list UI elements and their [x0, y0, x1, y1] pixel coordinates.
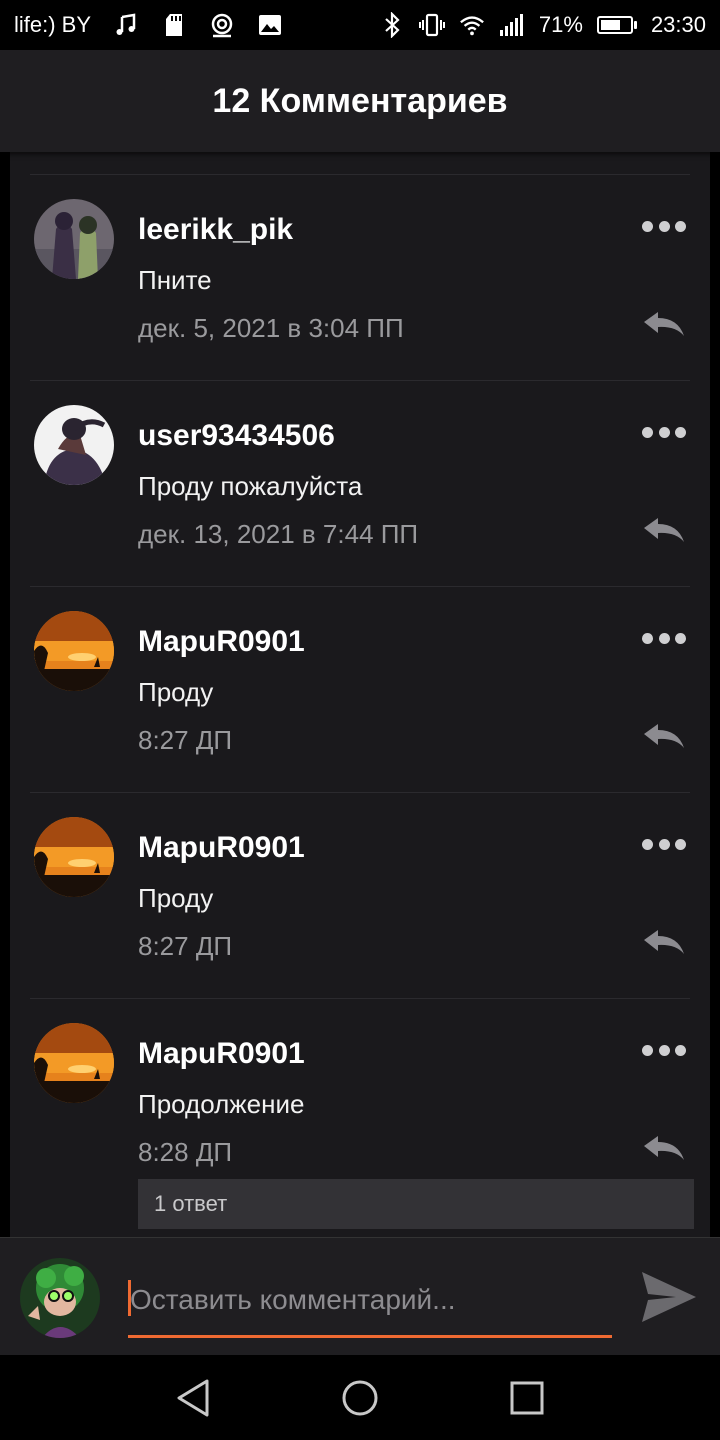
comment-date: 8:27 ДП — [138, 725, 233, 755]
vibrate-icon — [418, 12, 445, 38]
music-icon — [113, 12, 139, 38]
avatar[interactable] — [34, 817, 114, 897]
comment-date: 8:27 ДП — [138, 931, 233, 961]
clock: 23:30 — [650, 12, 706, 37]
comment-date: дек. 5, 2021 в 3:04 ПП — [138, 313, 404, 343]
text-caret — [128, 1280, 131, 1316]
recents-icon[interactable] — [497, 1368, 557, 1428]
carrier-label: life:) BY — [14, 12, 92, 37]
reply-icon[interactable] — [642, 515, 686, 545]
bluetooth-icon — [379, 12, 405, 38]
more-options-icon[interactable] — [642, 631, 686, 645]
comment-composer — [0, 1237, 720, 1355]
comment-item: user93434506 Проду пожалуйста дек. 13, 2… — [10, 381, 710, 587]
avatar[interactable] — [34, 199, 114, 279]
reply-icon[interactable] — [642, 721, 686, 751]
comment-input[interactable] — [128, 1272, 612, 1328]
comment-text: Продолжение — [138, 1089, 305, 1119]
comment-date: 8:28 ДП — [138, 1137, 233, 1167]
comment-item: MapuR0901 Проду 8:27 ДП — [10, 587, 710, 793]
comment-text: Проду — [138, 883, 214, 913]
comment-text: Проду пожалуйста — [138, 471, 363, 501]
battery-percent: 71% — [538, 12, 583, 37]
comment-item: MapuR0901 Продолжение 8:28 ДП 1 ответ — [10, 999, 710, 1237]
comment-username[interactable]: MapuR0901 — [138, 625, 305, 659]
battery-icon — [596, 16, 637, 34]
header: 12 Комментариев — [0, 50, 720, 152]
image-icon — [257, 12, 283, 38]
send-icon[interactable] — [640, 1270, 698, 1324]
comment-item: MapuR0901 Проду 8:27 ДП — [10, 793, 710, 999]
wifi-icon — [459, 12, 485, 38]
reply-icon[interactable] — [642, 309, 686, 339]
comment-username[interactable]: MapuR0901 — [138, 831, 305, 865]
comment-text: Проду — [138, 677, 214, 707]
comment-text: Пните — [138, 265, 212, 295]
home-icon[interactable] — [330, 1368, 390, 1428]
comment-list[interactable]: leerikk_pik Пните дек. 5, 2021 в 3:04 ПП… — [10, 152, 710, 1237]
more-options-icon[interactable] — [642, 425, 686, 439]
comment-username[interactable]: leerikk_pik — [138, 213, 293, 247]
signal-icon — [499, 12, 525, 38]
view-replies-button[interactable]: 1 ответ — [138, 1179, 694, 1229]
sd-card-icon — [161, 12, 187, 38]
avatar[interactable] — [34, 1023, 114, 1103]
avatar[interactable] — [34, 611, 114, 691]
comment-date: дек. 13, 2021 в 7:44 ПП — [138, 519, 419, 549]
more-options-icon[interactable] — [642, 837, 686, 851]
page-title: 12 Комментариев — [212, 81, 508, 120]
reply-icon[interactable] — [642, 1133, 686, 1163]
broadcast-icon — [209, 12, 235, 38]
avatar[interactable] — [20, 1258, 100, 1338]
back-icon[interactable] — [163, 1368, 223, 1428]
comment-input-container — [128, 1272, 612, 1338]
more-options-icon[interactable] — [642, 1043, 686, 1057]
comment-item: leerikk_pik Пните дек. 5, 2021 в 3:04 ПП — [10, 175, 710, 381]
status-bar: life:) BY 71% 23:30 — [0, 0, 720, 50]
navigation-bar — [0, 1355, 720, 1440]
comment-username[interactable]: user93434506 — [138, 419, 335, 453]
comment-username[interactable]: MapuR0901 — [138, 1037, 305, 1071]
avatar[interactable] — [34, 405, 114, 485]
reply-icon[interactable] — [642, 927, 686, 957]
more-options-icon[interactable] — [642, 219, 686, 233]
